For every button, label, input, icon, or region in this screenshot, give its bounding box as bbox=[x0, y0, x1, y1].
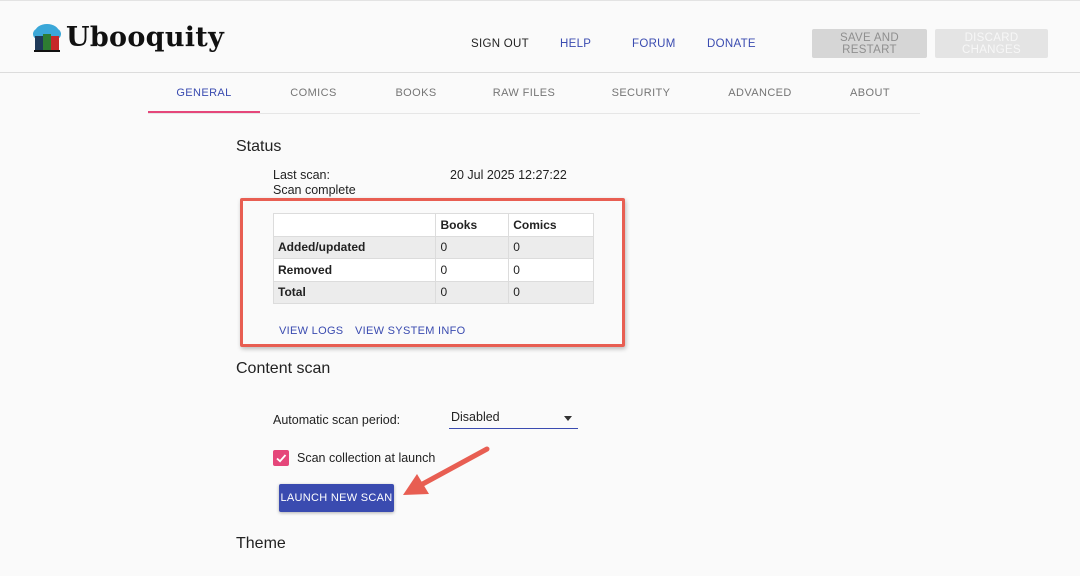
tab-advanced[interactable]: ADVANCED bbox=[713, 87, 807, 99]
book-cloud-icon bbox=[33, 24, 61, 52]
scan-at-launch-checkbox[interactable] bbox=[273, 450, 289, 466]
scan-period-label: Automatic scan period: bbox=[273, 413, 401, 427]
scan-state: Scan complete bbox=[273, 183, 356, 197]
save-and-restart-button[interactable]: SAVE AND RESTART bbox=[812, 29, 927, 58]
settings-tabs: GENERAL COMICS BOOKS RAW FILES SECURITY … bbox=[148, 73, 920, 114]
app-frame: Ubooquity SIGN OUT HELP FORUM DONATE SAV… bbox=[0, 0, 1080, 576]
tab-raw-files[interactable]: RAW FILES bbox=[478, 87, 570, 99]
last-scan-value: 20 Jul 2025 12:27:22 bbox=[450, 168, 567, 182]
app-name: Ubooquity bbox=[66, 21, 225, 53]
tab-security[interactable]: SECURITY bbox=[594, 87, 688, 99]
scan-period-select[interactable]: Disabled bbox=[449, 406, 578, 429]
sign-out-link[interactable]: SIGN OUT bbox=[471, 38, 529, 50]
tab-comics[interactable]: COMICS bbox=[266, 87, 361, 99]
launch-new-scan-button[interactable]: LAUNCH NEW SCAN bbox=[279, 484, 394, 512]
theme-heading: Theme bbox=[236, 535, 286, 552]
logo[interactable]: Ubooquity bbox=[30, 19, 224, 55]
pointer-arrow-annotation bbox=[403, 446, 490, 495]
discard-changes-button[interactable]: DISCARD CHANGES bbox=[935, 29, 1048, 58]
checkmark-icon bbox=[276, 454, 287, 463]
last-scan-label: Last scan: bbox=[273, 168, 330, 182]
tab-general[interactable]: GENERAL bbox=[148, 87, 260, 99]
status-heading: Status bbox=[236, 138, 282, 155]
active-tab-indicator bbox=[148, 111, 260, 113]
tab-books[interactable]: BOOKS bbox=[371, 87, 461, 99]
caret-down-icon bbox=[564, 416, 572, 421]
highlight-annotation-box bbox=[240, 198, 625, 347]
help-link[interactable]: HELP bbox=[560, 38, 591, 50]
content-scan-heading: Content scan bbox=[236, 360, 331, 377]
tab-about[interactable]: ABOUT bbox=[828, 87, 912, 99]
header: Ubooquity SIGN OUT HELP FORUM DONATE SAV… bbox=[0, 1, 1080, 73]
forum-link[interactable]: FORUM bbox=[632, 38, 676, 50]
donate-link[interactable]: DONATE bbox=[707, 38, 756, 50]
scan-period-value: Disabled bbox=[451, 410, 500, 424]
